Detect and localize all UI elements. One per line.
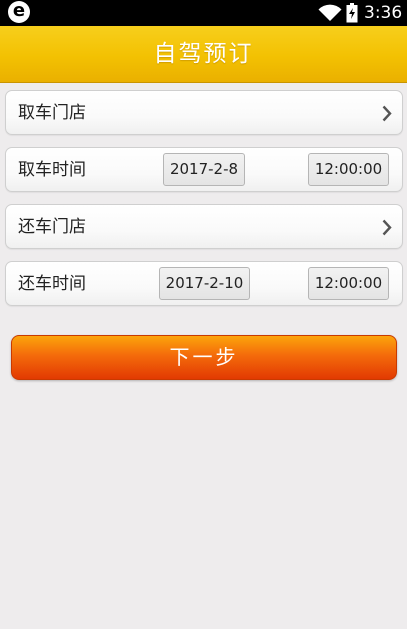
pickup-store-row[interactable]: 取车门店	[5, 90, 403, 135]
return-store-label: 还车门店	[18, 217, 86, 237]
wifi-icon	[318, 4, 342, 21]
pickup-date-button[interactable]: 2017-2-8	[163, 153, 245, 186]
pickup-time-row: 取车时间 2017-2-8 12:00:00	[5, 147, 403, 192]
status-bar: e 3:36	[0, 0, 407, 26]
page-title: 自驾预订	[153, 41, 254, 67]
pickup-clock-button[interactable]: 12:00:00	[308, 153, 389, 186]
title-bar: 自驾预订	[0, 26, 407, 83]
chevron-right-icon	[382, 105, 392, 122]
app-logo-icon: e	[8, 1, 30, 23]
return-store-row[interactable]: 还车门店	[5, 204, 403, 249]
chevron-right-icon	[382, 219, 392, 236]
next-step-button[interactable]: 下一步	[11, 335, 397, 380]
return-date-button[interactable]: 2017-2-10	[159, 267, 250, 300]
return-clock-button[interactable]: 12:00:00	[308, 267, 389, 300]
return-time-label: 还车时间	[18, 274, 86, 294]
pickup-store-label: 取车门店	[18, 103, 86, 123]
battery-charging-icon	[346, 3, 358, 23]
pickup-time-label: 取车时间	[18, 160, 86, 180]
return-time-row: 还车时间 2017-2-10 12:00:00	[5, 261, 403, 306]
status-clock: 3:36	[364, 3, 403, 23]
